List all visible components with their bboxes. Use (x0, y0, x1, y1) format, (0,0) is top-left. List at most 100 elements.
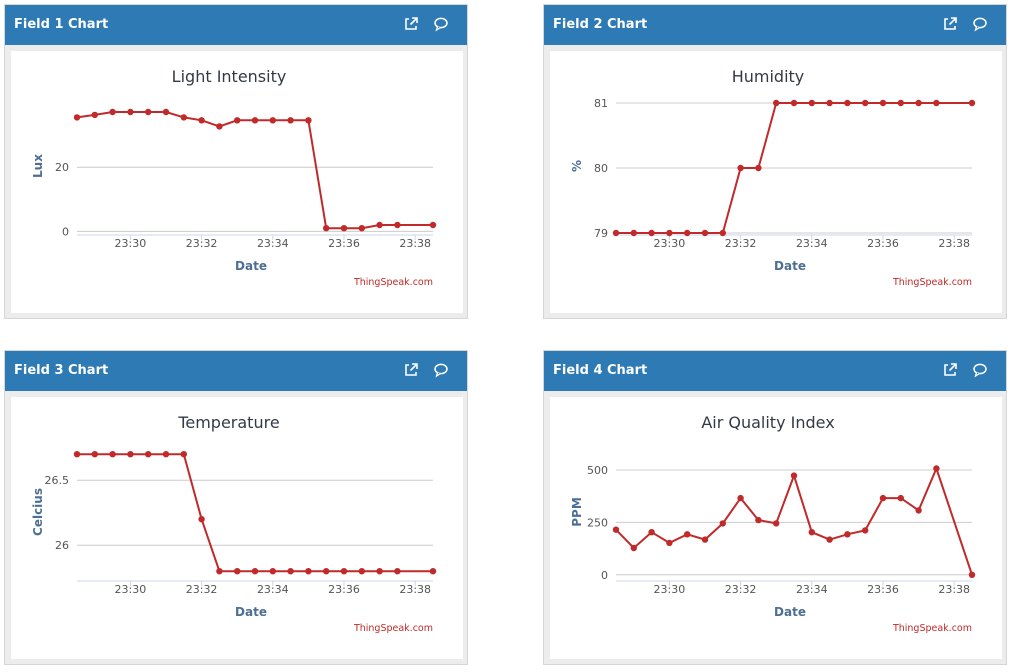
data-point (251, 117, 259, 124)
data-point (376, 568, 383, 575)
series-line (77, 453, 433, 573)
data-point (933, 465, 940, 472)
chart-area: Light Intensity 0 20 23:30 23:32 23:34 23:36 23… (11, 51, 463, 313)
chart-area: Air Quality Index 0 250 500 23:30 23:32 23:34 2… (550, 397, 1002, 659)
panel-header: Field 3 Chart (5, 351, 467, 391)
field-1-panel: Field 1 Chart Light Intensity 0 20 23:30 23:… (4, 4, 468, 319)
data-point (216, 568, 223, 575)
data-point (701, 229, 709, 237)
data-point (91, 111, 99, 119)
x-axis-title: Date (235, 259, 267, 273)
data-point (180, 114, 187, 121)
data-point (394, 221, 401, 229)
data-point (968, 99, 976, 107)
data-point (429, 221, 437, 229)
data-point (109, 451, 116, 458)
data-point (808, 529, 815, 536)
data-point (612, 526, 620, 533)
data-point (897, 99, 904, 107)
y-axis-title: Lux (31, 154, 45, 178)
field-3-chart: Temperature 26 26.5 23:30 23:32 23:34 23:36 23:… (31, 413, 437, 634)
x-tick-label: 23:30 (654, 237, 686, 250)
data-point (630, 229, 637, 237)
external-link-icon[interactable] (942, 16, 958, 32)
data-point (234, 568, 241, 575)
data-point (755, 516, 762, 524)
y-tick-label: 20 (55, 161, 69, 174)
x-tick-label: 23:34 (257, 583, 289, 596)
data-point (376, 221, 383, 229)
field-2-chart: Humidity 79 80 81 23:30 23:32 23:34 23:36 23:38 D… (570, 67, 976, 288)
external-link-icon[interactable] (403, 16, 419, 32)
x-tick-label: 23:36 (867, 237, 899, 250)
data-point (666, 539, 673, 547)
chart-title: Light Intensity (172, 67, 287, 86)
data-point (790, 472, 798, 479)
data-point (145, 108, 152, 116)
data-point (251, 568, 259, 575)
data-point (862, 527, 869, 534)
panel-title: Field 1 Chart (14, 17, 109, 32)
credit-link: ThingSpeak.com (892, 623, 972, 634)
data-point (684, 229, 691, 237)
y-tick-label: 500 (587, 464, 608, 477)
data-point (323, 225, 330, 232)
y-axis-title: PPM (570, 497, 584, 527)
data-point (915, 99, 922, 107)
data-point (305, 568, 312, 575)
credit-link: ThingSpeak.com (353, 623, 433, 634)
data-point (287, 117, 294, 124)
series-line (76, 111, 433, 230)
data-point (648, 229, 655, 237)
data-point (790, 99, 798, 107)
y-tick-label: 26.5 (45, 474, 70, 487)
x-tick-label: 23:32 (186, 237, 218, 250)
x-tick-label: 23:36 (328, 237, 360, 250)
data-point (394, 568, 401, 575)
x-tick-label: 23:36 (867, 583, 899, 596)
data-point (305, 117, 312, 124)
data-point (773, 99, 780, 107)
panel-title: Field 3 Chart (14, 363, 109, 378)
x-tick-label: 23:30 (115, 583, 147, 596)
x-tick-label: 23:32 (186, 583, 218, 596)
x-tick-label: 23:34 (796, 583, 828, 596)
data-point (844, 531, 851, 538)
field-1-chart: Light Intensity 0 20 23:30 23:32 23:34 23:36 23… (31, 67, 437, 288)
data-point (234, 117, 241, 124)
x-axis-title: Date (235, 605, 267, 619)
data-point (826, 99, 833, 107)
field-4-panel: Field 4 Chart Air Quality Index 0 250 500 23… (543, 350, 1007, 665)
y-tick-label: 79 (594, 227, 608, 240)
comment-icon[interactable] (433, 362, 449, 378)
data-point (862, 99, 869, 107)
comment-icon[interactable] (433, 16, 449, 32)
data-point (180, 451, 187, 458)
data-point (826, 536, 833, 543)
data-point (701, 536, 709, 543)
x-tick-label: 23:36 (328, 583, 360, 596)
data-point (737, 164, 744, 172)
data-point (340, 225, 348, 232)
data-point (648, 529, 655, 536)
data-point (287, 568, 294, 575)
series-line (615, 465, 973, 576)
data-point (915, 507, 922, 514)
external-link-icon[interactable] (942, 362, 958, 378)
data-point (216, 123, 223, 130)
y-axis-title: Celcius (31, 488, 45, 536)
x-tick-label: 23:32 (725, 237, 757, 250)
external-link-icon[interactable] (403, 362, 419, 378)
data-point (879, 99, 887, 107)
comment-icon[interactable] (972, 16, 988, 32)
y-tick-label: 0 (62, 225, 69, 238)
data-point (269, 117, 276, 124)
x-tick-label: 23:34 (257, 237, 289, 250)
x-tick-label: 23:30 (115, 237, 147, 250)
data-point (719, 520, 726, 527)
comment-icon[interactable] (972, 362, 988, 378)
data-point (109, 108, 116, 116)
x-tick-label: 23:38 (399, 583, 431, 596)
y-tick-label: 80 (594, 162, 608, 175)
data-point (162, 451, 170, 458)
